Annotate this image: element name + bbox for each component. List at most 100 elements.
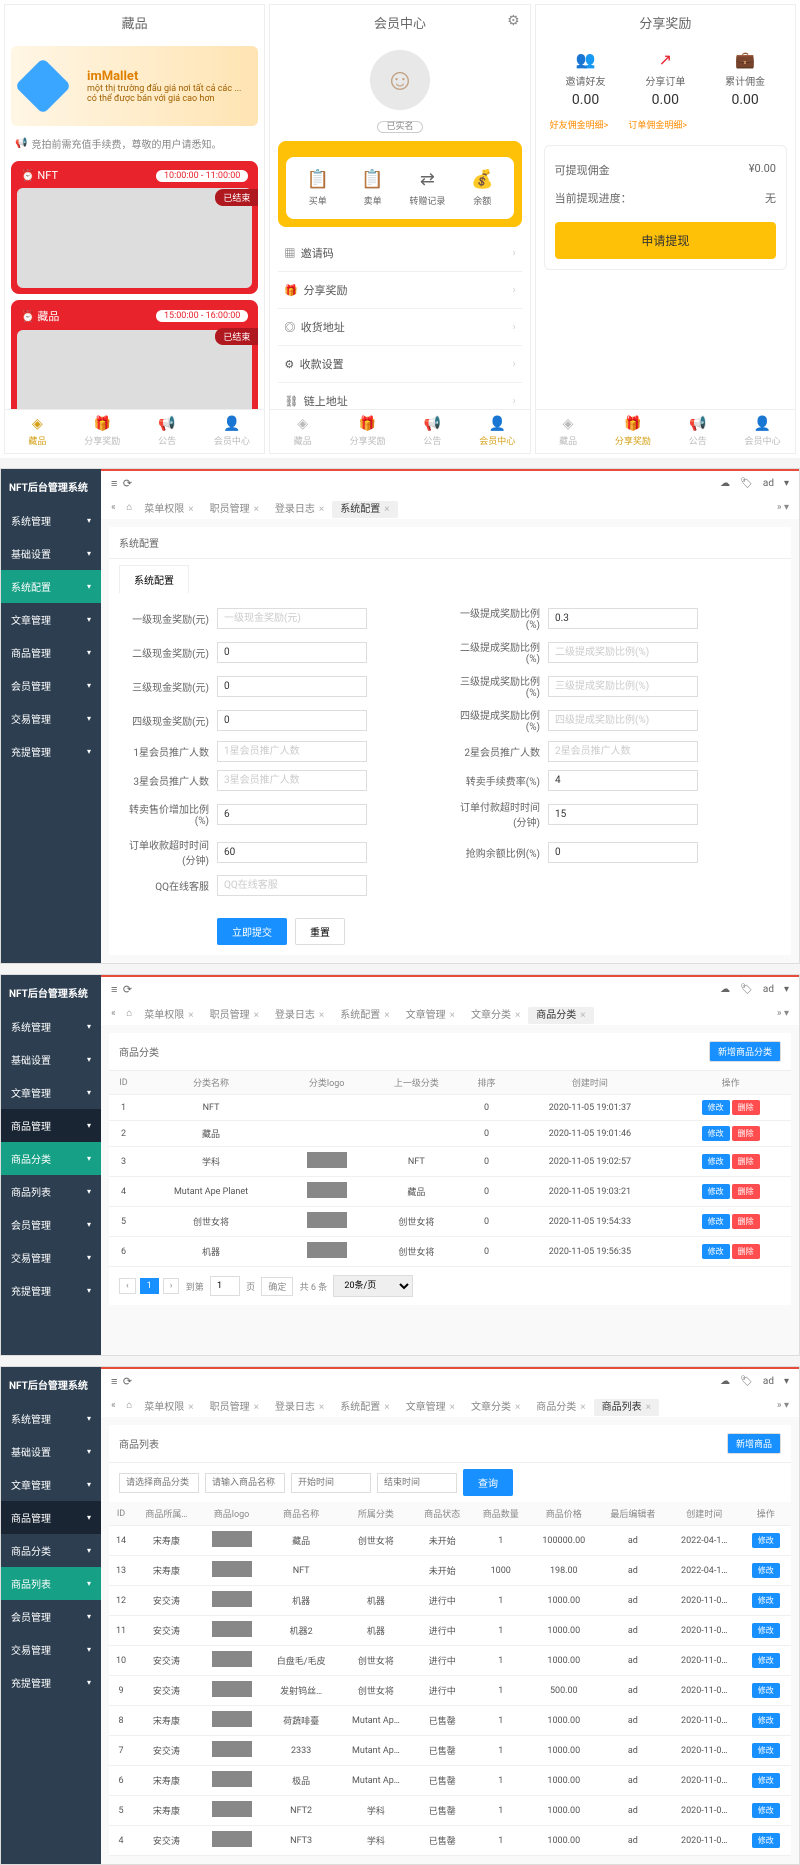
edit-button[interactable]: 修改	[702, 1154, 730, 1169]
tab-职员管理[interactable]: 职员管理×	[202, 501, 267, 518]
tab-商品分类[interactable]: 商品分类×	[528, 1007, 593, 1024]
input-三级现金奖励(元)[interactable]	[217, 676, 367, 697]
input-一级现金奖励(元)[interactable]	[217, 608, 367, 629]
sidebar-item-系统管理[interactable]: 系统管理▾	[1, 1402, 101, 1435]
close-icon[interactable]: ×	[384, 504, 389, 515]
sidebar-item-系统配置[interactable]: 系统配置▾	[1, 570, 101, 603]
home-icon[interactable]: ⌂	[126, 502, 132, 513]
tab-系统配置[interactable]: 系统配置×	[332, 1399, 397, 1416]
sidebar-item-系统管理[interactable]: 系统管理▾	[1, 1010, 101, 1043]
tab-公告[interactable]: 📢公告	[400, 416, 465, 447]
input-四级提成奖励比例(%)[interactable]	[548, 710, 698, 731]
sidebar-item-文章管理[interactable]: 文章管理▾	[1, 603, 101, 636]
tab-职员管理[interactable]: 职员管理×	[202, 1007, 267, 1024]
product-card[interactable]: ⏰ NFT10:00:00 - 11:00:00 已结束	[11, 161, 258, 294]
grid-卖单[interactable]: 📋卖单	[345, 169, 400, 207]
menu-toggle-icon[interactable]: ≡	[111, 983, 117, 996]
sidebar-item-商品列表[interactable]: 商品列表▾	[1, 1175, 101, 1208]
chevron-down-icon[interactable]: ▾	[784, 478, 789, 489]
input-2星会员推广人数[interactable]	[548, 741, 698, 762]
tab-登录日志[interactable]: 登录日志×	[267, 1007, 332, 1024]
sidebar-item-商品管理[interactable]: 商品管理▾	[1, 1109, 101, 1142]
menu-分享奖励[interactable]: 🎁 分享奖励›	[278, 272, 521, 309]
tab-文章管理[interactable]: 文章管理×	[398, 1007, 463, 1024]
input-四级现金奖励(元)[interactable]	[217, 710, 367, 731]
apply-withdraw-button[interactable]: 申请提现	[555, 222, 776, 259]
filter-input-1[interactable]	[205, 1473, 285, 1493]
sidebar-item-交易管理[interactable]: 交易管理▾	[1, 702, 101, 735]
detail-link[interactable]: 好友佣金明细>	[550, 118, 609, 131]
tab-藏品[interactable]: ◈藏品	[536, 416, 601, 447]
menu-邀请码[interactable]: ▦ 邀请码›	[278, 235, 521, 272]
sidebar-item-商品分类[interactable]: 商品分类▾	[1, 1534, 101, 1567]
edit-button[interactable]: 修改	[752, 1623, 780, 1638]
sidebar-item-会员管理[interactable]: 会员管理▾	[1, 669, 101, 702]
tab-菜单权限[interactable]: 菜单权限×	[136, 1399, 201, 1416]
tab-公告[interactable]: 📢公告	[665, 416, 730, 447]
close-icon[interactable]: ×	[515, 1010, 520, 1021]
input-订单收款超时时间(分钟)[interactable]	[217, 842, 367, 863]
sidebar-item-文章管理[interactable]: 文章管理▾	[1, 1468, 101, 1501]
input-抢购余额比例(%)[interactable]	[548, 842, 698, 863]
delete-button[interactable]: 删除	[732, 1244, 760, 1259]
reset-button[interactable]: 重置	[295, 918, 345, 945]
tab-分享奖励[interactable]: 🎁分享奖励	[70, 416, 135, 447]
edit-button[interactable]: 修改	[702, 1244, 730, 1259]
tab-商品分类[interactable]: 商品分类×	[528, 1399, 593, 1416]
refresh-icon[interactable]: ⟳	[123, 983, 132, 996]
tab-商品列表[interactable]: 商品列表×	[594, 1399, 659, 1416]
edit-button[interactable]: 修改	[752, 1533, 780, 1548]
close-icon[interactable]: ×	[384, 1010, 389, 1021]
edit-button[interactable]: 修改	[752, 1653, 780, 1668]
input-三级提成奖励比例(%)[interactable]	[548, 676, 698, 697]
refresh-icon[interactable]: ⟳	[123, 1375, 132, 1388]
input-二级现金奖励(元)[interactable]	[217, 642, 367, 663]
close-icon[interactable]: ×	[319, 1402, 324, 1413]
detail-link[interactable]: 订单佣金明细>	[628, 118, 687, 131]
close-icon[interactable]: ×	[319, 504, 324, 515]
input-QQ在线客服[interactable]	[217, 875, 367, 896]
sidebar-item-商品列表[interactable]: 商品列表▾	[1, 1567, 101, 1600]
input-3星会员推广人数[interactable]	[217, 770, 367, 791]
sidebar-item-基础设置[interactable]: 基础设置▾	[1, 537, 101, 570]
close-icon[interactable]: ×	[580, 1402, 585, 1413]
edit-button[interactable]: 修改	[702, 1100, 730, 1115]
edit-button[interactable]: 修改	[752, 1713, 780, 1728]
search-button[interactable]: 查询	[463, 1469, 513, 1496]
menu-toggle-icon[interactable]: ≡	[111, 1375, 117, 1388]
input-订单付款超时时间(分钟)[interactable]	[548, 804, 698, 825]
sidebar-item-会员管理[interactable]: 会员管理▾	[1, 1208, 101, 1241]
tab-分享奖励[interactable]: 🎁分享奖励	[600, 416, 665, 447]
tab-会员中心[interactable]: 👤会员中心	[730, 416, 795, 447]
menu-toggle-icon[interactable]: ≡	[111, 477, 117, 490]
sidebar-item-交易管理[interactable]: 交易管理▾	[1, 1241, 101, 1274]
delete-button[interactable]: 删除	[732, 1100, 760, 1115]
sidebar-item-文章管理[interactable]: 文章管理▾	[1, 1076, 101, 1109]
sidebar-item-充提管理[interactable]: 充提管理▾	[1, 1666, 101, 1699]
gear-icon[interactable]: ⚙	[507, 13, 520, 29]
close-icon[interactable]: ×	[646, 1402, 651, 1413]
edit-button[interactable]: 修改	[752, 1803, 780, 1818]
sidebar-item-充提管理[interactable]: 充提管理▾	[1, 1274, 101, 1307]
delete-button[interactable]: 删除	[732, 1184, 760, 1199]
close-icon[interactable]: ×	[384, 1402, 389, 1413]
close-icon[interactable]: ×	[254, 1402, 259, 1413]
close-icon[interactable]: ×	[515, 1402, 520, 1413]
close-icon[interactable]: ×	[450, 1402, 455, 1413]
tab-文章管理[interactable]: 文章管理×	[398, 1399, 463, 1416]
close-icon[interactable]: ×	[319, 1010, 324, 1021]
grid-余额[interactable]: 💰余额	[455, 169, 510, 207]
sidebar-item-充提管理[interactable]: 充提管理▾	[1, 735, 101, 768]
edit-button[interactable]: 修改	[752, 1683, 780, 1698]
edit-button[interactable]: 修改	[752, 1593, 780, 1608]
delete-button[interactable]: 删除	[732, 1214, 760, 1229]
sidebar-item-交易管理[interactable]: 交易管理▾	[1, 1633, 101, 1666]
tab-登录日志[interactable]: 登录日志×	[267, 1399, 332, 1416]
menu-收货地址[interactable]: ◎ 收货地址›	[278, 309, 521, 346]
edit-button[interactable]: 修改	[752, 1563, 780, 1578]
close-icon[interactable]: ×	[188, 1010, 193, 1021]
add-category-button[interactable]: 新增商品分类	[709, 1041, 781, 1062]
tab-公告[interactable]: 📢公告	[135, 416, 200, 447]
sidebar-item-基础设置[interactable]: 基础设置▾	[1, 1435, 101, 1468]
input-一级提成奖励比例(%)[interactable]	[548, 608, 698, 629]
